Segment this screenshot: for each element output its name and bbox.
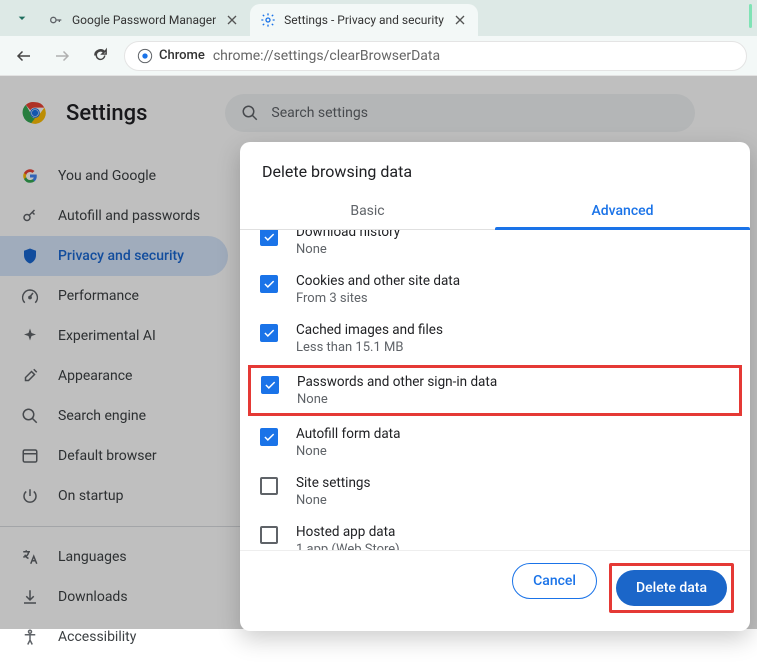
omnibox-url: chrome://settings/clearBrowserData <box>213 48 440 64</box>
highlight-annotation: Delete data <box>609 563 734 613</box>
sidebar-item-label: Accessibility <box>58 629 136 645</box>
window-edge-indicator <box>749 4 752 28</box>
checklist-row-cached: Cached images and files Less than 15.1 MB <box>240 314 750 363</box>
checkmark-icon <box>262 430 276 444</box>
address-bar[interactable]: Chrome chrome://settings/clearBrowserDat… <box>124 41 747 71</box>
browser-tab[interactable]: Settings - Privacy and security <box>250 4 478 36</box>
checklist-row-download-history: Download history None <box>240 232 750 265</box>
cancel-button[interactable]: Cancel <box>512 563 597 599</box>
accessibility-icon <box>20 627 40 647</box>
settings-favicon <box>260 12 276 28</box>
checklist-subtitle: From 3 sites <box>296 291 460 306</box>
checklist-title: Cached images and files <box>296 322 443 338</box>
delete-data-button[interactable]: Delete data <box>616 570 727 606</box>
chevron-down-icon <box>14 10 30 26</box>
password-manager-favicon <box>48 12 64 28</box>
checklist-subtitle: None <box>296 444 400 459</box>
checkbox[interactable] <box>260 526 278 544</box>
delete-browsing-data-dialog: Delete browsing data Basic Advanced Down… <box>240 142 750 631</box>
checklist-title: Cookies and other site data <box>296 273 460 289</box>
checkbox[interactable] <box>260 230 278 246</box>
arrow-right-icon <box>53 47 71 65</box>
checkbox[interactable] <box>260 275 278 293</box>
checklist-subtitle: None <box>296 242 400 257</box>
browser-tab-bar: Google Password Manager Settings - Priva… <box>0 0 757 36</box>
checklist-row-site-settings: Site settings None <box>240 467 750 516</box>
checklist-subtitle: None <box>296 493 370 508</box>
tab-advanced[interactable]: Advanced <box>495 191 750 229</box>
dialog-title: Delete browsing data <box>240 142 750 191</box>
tab-basic[interactable]: Basic <box>240 191 495 229</box>
dialog-tabs: Basic Advanced <box>240 191 750 230</box>
browser-toolbar: Chrome chrome://settings/clearBrowserDat… <box>0 36 757 76</box>
omnibox-chip-label: Chrome <box>159 48 205 63</box>
checklist-title: Site settings <box>296 475 370 491</box>
dialog-checklist[interactable]: Download history None Cookies and other s… <box>240 230 750 550</box>
checklist-subtitle: None <box>297 392 497 407</box>
forward-button[interactable] <box>48 42 76 70</box>
reload-button[interactable] <box>86 42 114 70</box>
checkmark-icon <box>263 378 277 392</box>
checklist-title: Autofill form data <box>296 426 400 442</box>
checkbox[interactable] <box>261 376 279 394</box>
omnibox-chip: Chrome <box>137 48 205 64</box>
tab-title: Settings - Privacy and security <box>284 13 444 27</box>
checklist-title: Passwords and other sign-in data <box>297 374 497 390</box>
tab-search-dropdown[interactable] <box>8 4 36 32</box>
reload-icon <box>92 47 109 64</box>
close-icon[interactable] <box>452 12 468 28</box>
dialog-footer: Cancel Delete data <box>240 550 750 631</box>
checklist-row-hosted-app: Hosted app data 1 app (Web Store) <box>240 516 750 550</box>
checkmark-icon <box>262 326 276 340</box>
chrome-icon <box>137 48 153 64</box>
checkbox[interactable] <box>260 324 278 342</box>
checklist-subtitle: 1 app (Web Store) <box>296 542 400 550</box>
close-icon[interactable] <box>224 12 240 28</box>
tab-title: Google Password Manager <box>72 13 216 27</box>
checklist-subtitle: Less than 15.1 MB <box>296 340 443 355</box>
back-button[interactable] <box>10 42 38 70</box>
checkbox[interactable] <box>260 428 278 446</box>
browser-tab[interactable]: Google Password Manager <box>38 4 250 36</box>
checkmark-icon <box>262 277 276 291</box>
checklist-row-passwords: Passwords and other sign-in data None <box>248 365 742 416</box>
arrow-left-icon <box>15 47 33 65</box>
checkbox[interactable] <box>260 477 278 495</box>
checklist-title: Download history <box>296 230 400 240</box>
checklist-row-cookies: Cookies and other site data From 3 sites <box>240 265 750 314</box>
checkmark-icon <box>262 230 276 244</box>
checklist-row-autofill: Autofill form data None <box>240 418 750 467</box>
checklist-title: Hosted app data <box>296 524 400 540</box>
